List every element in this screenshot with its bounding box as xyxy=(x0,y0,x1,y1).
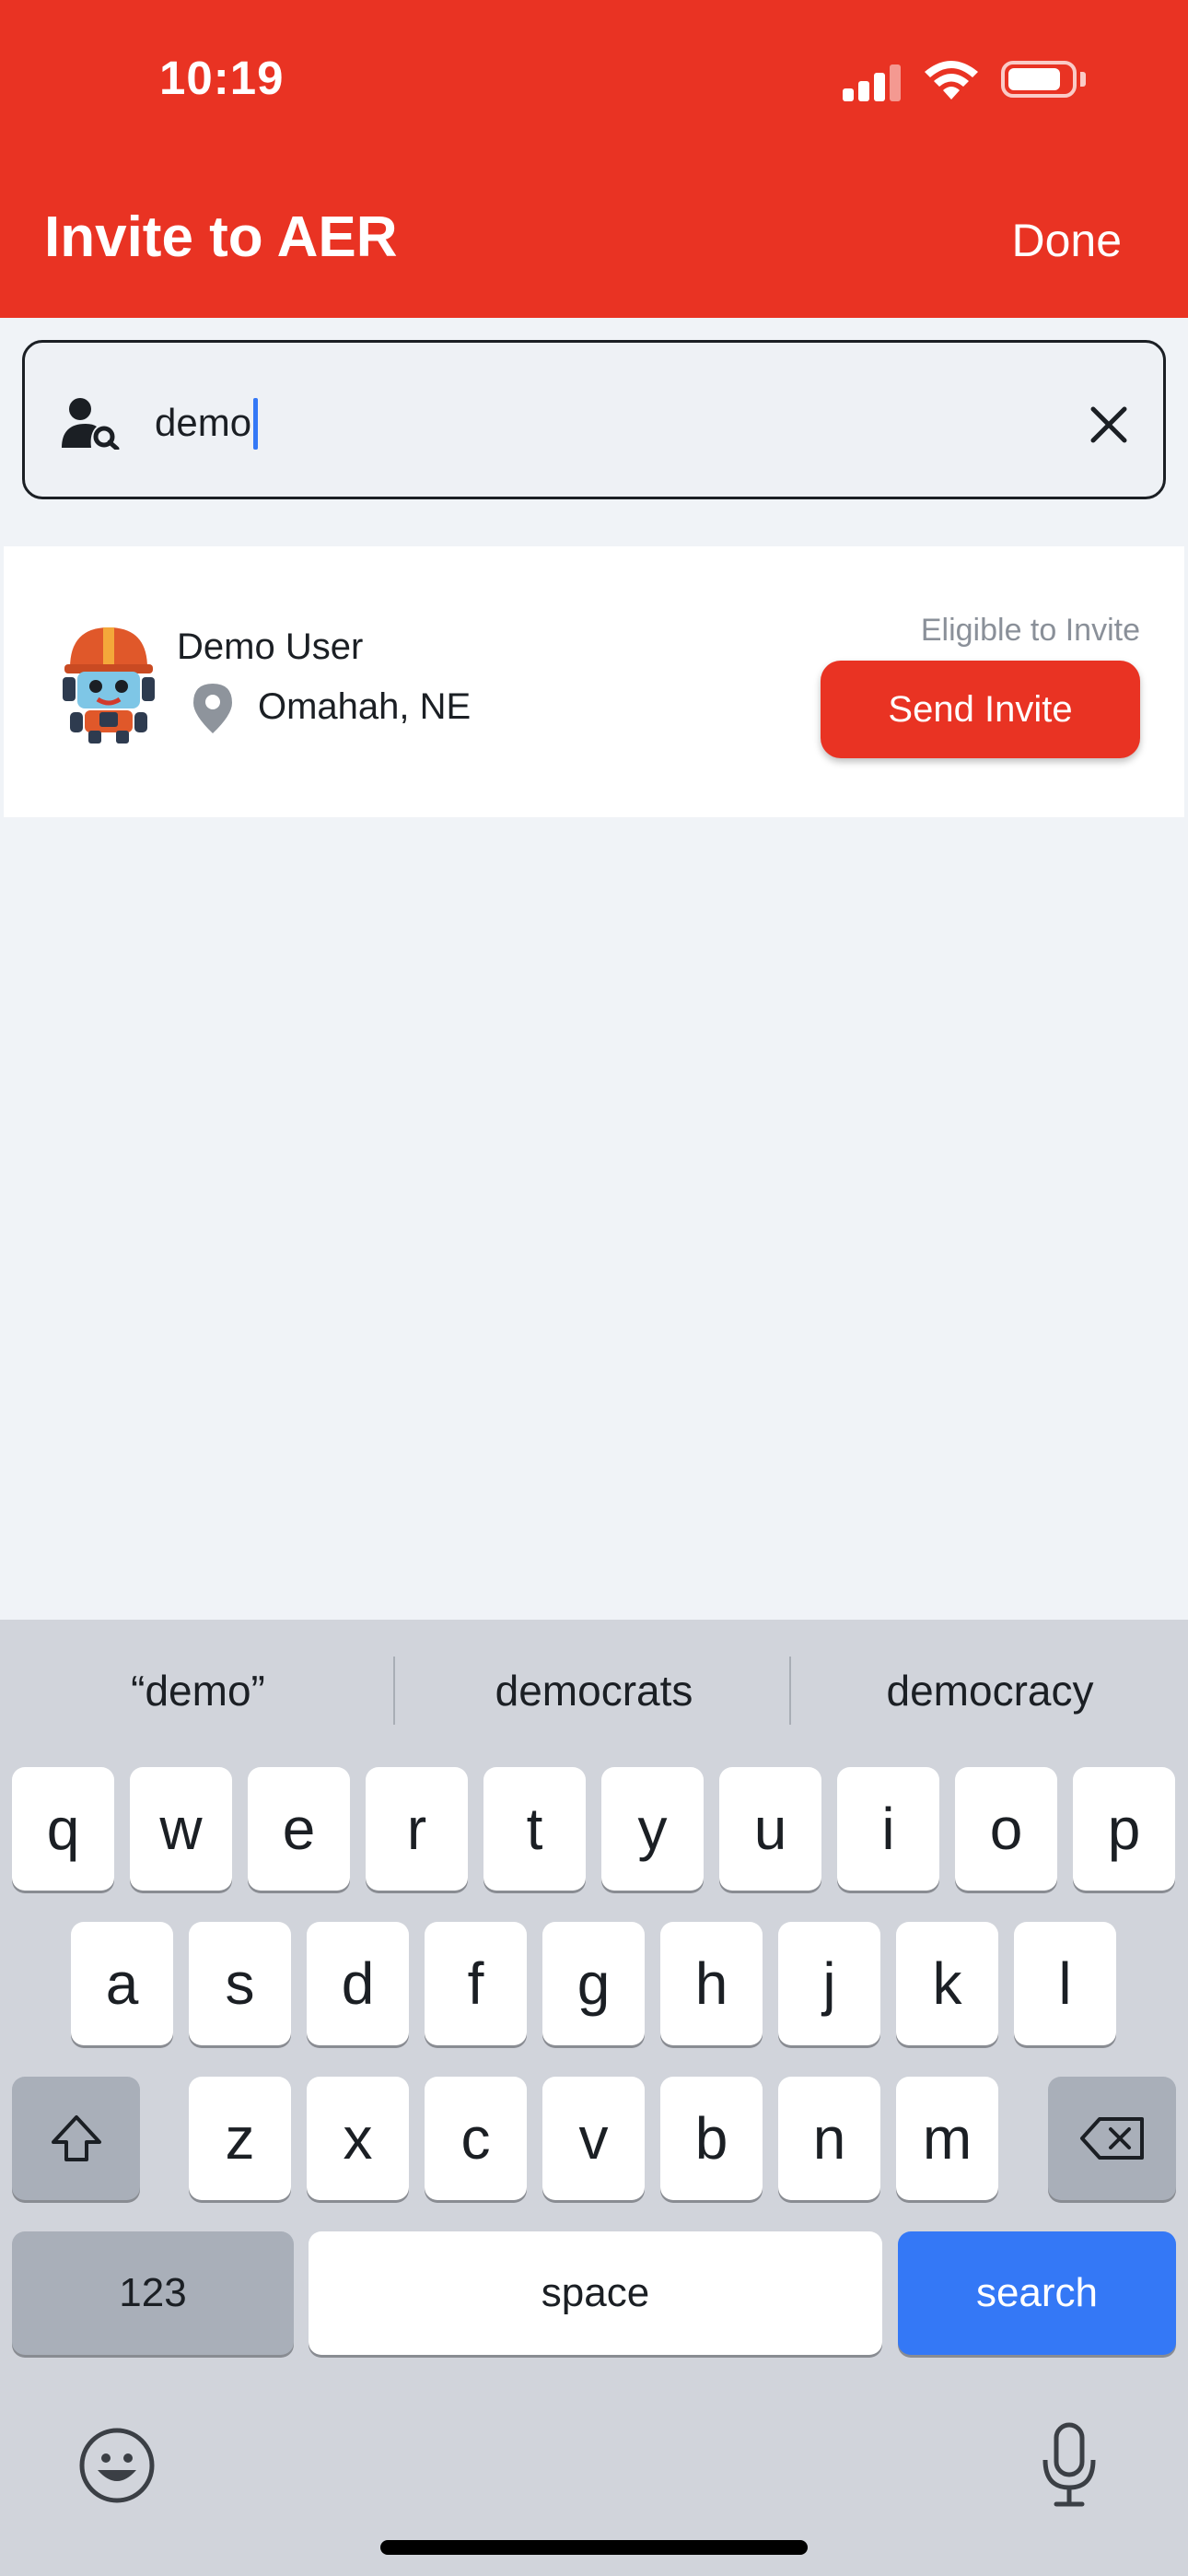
key-o[interactable]: o xyxy=(955,1767,1057,1891)
key-b[interactable]: b xyxy=(660,2077,763,2200)
key-x[interactable]: x xyxy=(307,2077,409,2200)
shift-icon xyxy=(51,2115,101,2161)
location-pin-icon xyxy=(193,684,232,733)
status-time: 10:19 xyxy=(159,52,285,104)
key-p[interactable]: p xyxy=(1073,1767,1175,1891)
key-m[interactable]: m xyxy=(896,2077,998,2200)
send-invite-button[interactable]: Send Invite xyxy=(821,661,1140,758)
battery-cap xyxy=(1080,72,1086,87)
suggestion-divider xyxy=(789,1657,791,1725)
microphone-icon[interactable] xyxy=(1041,2421,1098,2510)
search-key[interactable]: search xyxy=(898,2231,1176,2355)
cellular-signal-icon xyxy=(843,63,902,101)
user-location: Omahah, NE xyxy=(258,686,472,727)
key-s[interactable]: s xyxy=(189,1922,291,2045)
emoji-icon[interactable] xyxy=(77,2426,157,2505)
keyboard: “demo” democrats democracy q w e r t y u… xyxy=(0,1620,1188,2576)
key-n[interactable]: n xyxy=(778,2077,880,2200)
suggestion-quoted[interactable]: “demo” xyxy=(5,1666,391,1715)
suggestion-3[interactable]: democracy xyxy=(797,1666,1183,1715)
eligibility-status: Eligible to Invite xyxy=(920,613,1140,648)
user-search-icon xyxy=(62,398,120,450)
suggestion-divider xyxy=(393,1657,395,1725)
key-f[interactable]: f xyxy=(425,1922,527,2045)
key-r[interactable]: r xyxy=(366,1767,468,1891)
key-z[interactable]: z xyxy=(189,2077,291,2200)
key-y[interactable]: y xyxy=(601,1767,704,1891)
search-field[interactable] xyxy=(22,340,1166,499)
key-d[interactable]: d xyxy=(307,1922,409,2045)
shift-key[interactable] xyxy=(12,2077,140,2200)
key-k[interactable]: k xyxy=(896,1922,998,2045)
clear-search-icon[interactable] xyxy=(1077,392,1141,457)
key-v[interactable]: v xyxy=(542,2077,645,2200)
done-button[interactable]: Done xyxy=(1011,214,1122,267)
battery-icon xyxy=(1001,61,1077,98)
wifi-icon xyxy=(925,61,978,100)
suggestion-2[interactable]: democrats xyxy=(401,1666,787,1715)
key-l[interactable]: l xyxy=(1014,1922,1116,2045)
key-j[interactable]: j xyxy=(778,1922,880,2045)
key-a[interactable]: a xyxy=(71,1922,173,2045)
app-header: 10:19 Invite to AER Done xyxy=(0,0,1188,318)
backspace-icon xyxy=(1079,2117,1144,2160)
delete-key[interactable] xyxy=(1048,2077,1176,2200)
key-q[interactable]: q xyxy=(12,1767,114,1891)
home-indicator xyxy=(380,2540,808,2555)
numbers-key[interactable]: 123 xyxy=(12,2231,294,2355)
page-title: Invite to AER xyxy=(44,205,398,269)
space-key[interactable]: space xyxy=(309,2231,882,2355)
user-name: Demo User xyxy=(177,626,364,667)
key-w[interactable]: w xyxy=(130,1767,232,1891)
key-u[interactable]: u xyxy=(719,1767,821,1891)
search-input[interactable] xyxy=(155,391,891,455)
key-g[interactable]: g xyxy=(542,1922,645,2045)
avatar xyxy=(63,627,155,744)
key-c[interactable]: c xyxy=(425,2077,527,2200)
key-i[interactable]: i xyxy=(837,1767,939,1891)
key-e[interactable]: e xyxy=(248,1767,350,1891)
key-t[interactable]: t xyxy=(483,1767,586,1891)
text-caret xyxy=(253,398,258,450)
key-h[interactable]: h xyxy=(660,1922,763,2045)
